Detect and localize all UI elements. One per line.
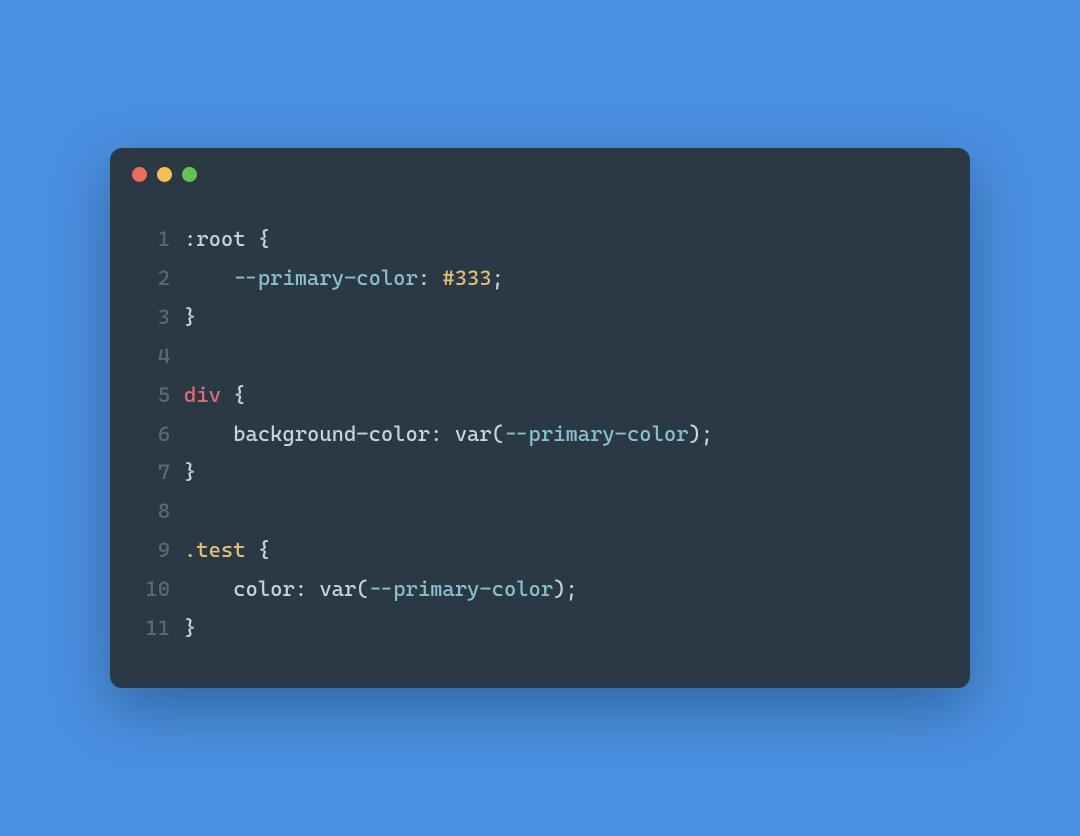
line-content[interactable]: background-color: var(--primary-color); — [184, 415, 713, 454]
token-punct: } — [184, 460, 196, 484]
code-line[interactable]: 11} — [140, 609, 940, 648]
line-number: 9 — [140, 531, 184, 570]
token-punct: ; — [492, 266, 504, 290]
token-func: var — [455, 422, 492, 446]
close-icon[interactable] — [132, 167, 147, 182]
line-number: 10 — [140, 570, 184, 609]
minimize-icon[interactable] — [157, 167, 172, 182]
line-content[interactable]: --primary-color: #333; — [184, 259, 504, 298]
line-content[interactable]: } — [184, 609, 196, 648]
token-punct — [184, 422, 233, 446]
line-content[interactable]: } — [184, 453, 196, 492]
line-content[interactable]: div { — [184, 376, 246, 415]
token-punct: { — [258, 538, 270, 562]
line-number: 11 — [140, 609, 184, 648]
token-punct: ) — [689, 422, 701, 446]
token-sel-class: .test — [184, 538, 258, 562]
token-punct: : — [295, 577, 320, 601]
token-punct: : — [418, 266, 443, 290]
token-punct: ; — [701, 422, 713, 446]
token-val-hex: #333 — [442, 266, 491, 290]
code-line[interactable]: 6 background-color: var(--primary-color)… — [140, 415, 940, 454]
token-punct: ; — [565, 577, 577, 601]
code-line[interactable]: 8 — [140, 492, 940, 531]
line-content[interactable]: color: var(--primary-color); — [184, 570, 578, 609]
token-sel-pseudo: :root — [184, 227, 258, 251]
token-punct: ( — [356, 577, 368, 601]
line-number: 7 — [140, 453, 184, 492]
code-editor[interactable]: 1:root {2 --primary-color: #333;3}45div … — [110, 200, 970, 687]
token-punct: ) — [553, 577, 565, 601]
line-number: 1 — [140, 220, 184, 259]
token-punct: } — [184, 616, 196, 640]
token-punct: { — [258, 227, 270, 251]
token-punct: } — [184, 305, 196, 329]
line-number: 3 — [140, 298, 184, 337]
code-line[interactable]: 1:root { — [140, 220, 940, 259]
code-line[interactable]: 2 --primary-color: #333; — [140, 259, 940, 298]
line-number: 5 — [140, 376, 184, 415]
token-punct: { — [233, 383, 245, 407]
code-line[interactable]: 7} — [140, 453, 940, 492]
token-func: var — [319, 577, 356, 601]
token-prop: background-color — [233, 422, 430, 446]
code-line[interactable]: 4 — [140, 337, 940, 376]
line-content[interactable]: :root { — [184, 220, 270, 259]
window-titlebar — [110, 148, 970, 200]
token-punct: : — [430, 422, 455, 446]
code-window: 1:root {2 --primary-color: #333;3}45div … — [110, 148, 970, 687]
token-sel-tag: div — [184, 383, 233, 407]
token-punct: ( — [492, 422, 504, 446]
line-number: 4 — [140, 337, 184, 376]
maximize-icon[interactable] — [182, 167, 197, 182]
token-prop: color — [233, 577, 295, 601]
line-content[interactable]: } — [184, 298, 196, 337]
code-line[interactable]: 9.test { — [140, 531, 940, 570]
token-varname: --primary-color — [369, 577, 554, 601]
code-line[interactable]: 3} — [140, 298, 940, 337]
token-varname: --primary-color — [504, 422, 689, 446]
line-number: 6 — [140, 415, 184, 454]
token-punct — [184, 577, 233, 601]
line-number: 8 — [140, 492, 184, 531]
line-content[interactable]: .test { — [184, 531, 270, 570]
code-line[interactable]: 5div { — [140, 376, 940, 415]
line-number: 2 — [140, 259, 184, 298]
token-varname: --primary-color — [233, 266, 418, 290]
code-line[interactable]: 10 color: var(--primary-color); — [140, 570, 940, 609]
token-punct — [184, 266, 233, 290]
